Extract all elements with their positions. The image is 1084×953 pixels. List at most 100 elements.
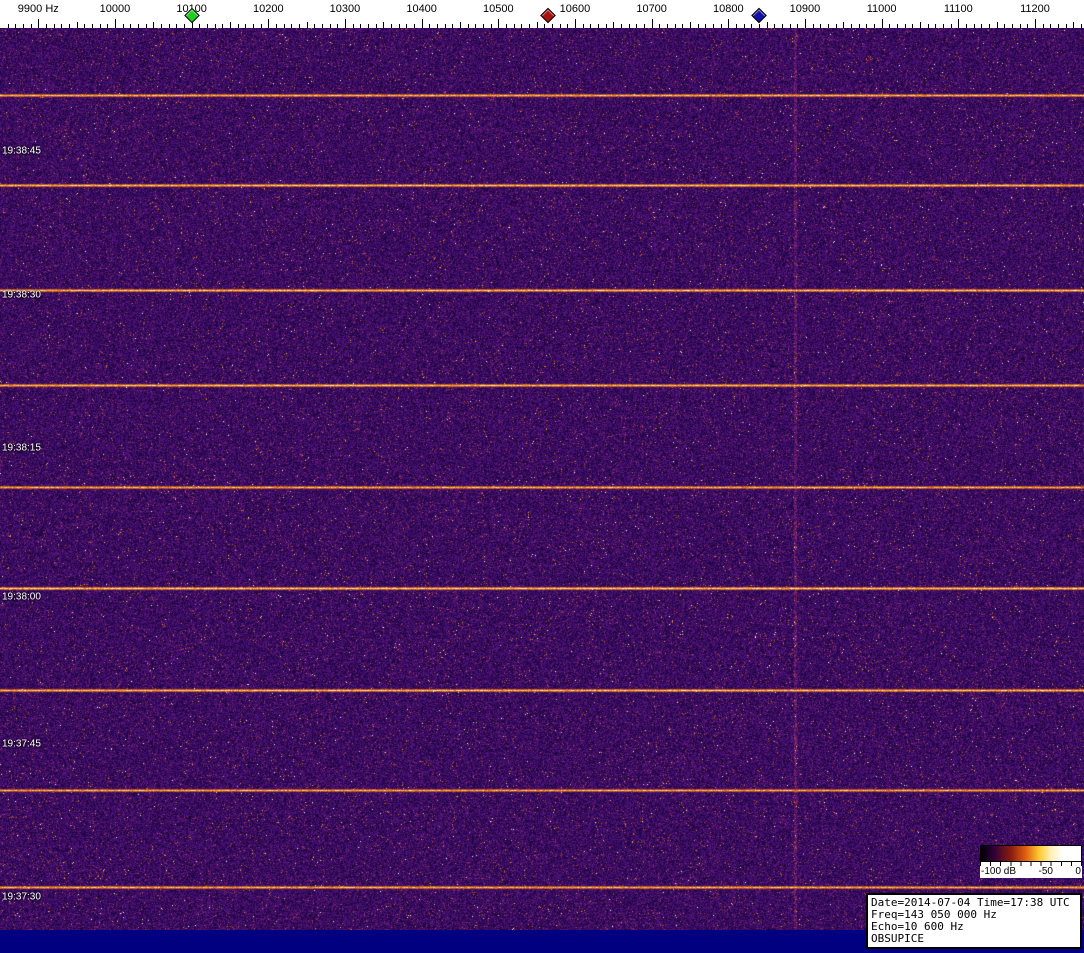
freq-tick xyxy=(237,24,239,28)
freq-tick-label: 10800 xyxy=(713,3,744,15)
freq-tick xyxy=(421,19,423,28)
freq-tick-label: 10600 xyxy=(559,3,591,15)
freq-tick xyxy=(436,24,438,28)
freq-tick xyxy=(843,22,845,28)
freq-tick xyxy=(674,24,676,28)
freq-tick xyxy=(551,24,553,28)
freq-tick xyxy=(367,24,369,28)
freq-tick xyxy=(705,24,707,28)
amplitude-colorbar: -100 dB -50 0 xyxy=(980,845,1082,878)
freq-tick xyxy=(820,24,822,28)
freq-tick xyxy=(314,24,316,28)
freq-tick xyxy=(444,24,446,28)
freq-tick xyxy=(45,24,47,28)
freq-tick xyxy=(482,24,484,28)
freq-tick xyxy=(168,24,170,28)
freq-tick xyxy=(306,22,308,28)
freq-tick xyxy=(689,22,691,28)
freq-tick xyxy=(99,24,101,28)
freq-tick xyxy=(590,24,592,28)
marker-blue-icon[interactable] xyxy=(751,7,767,24)
freq-tick xyxy=(1004,24,1006,28)
freq-tick xyxy=(107,24,109,28)
freq-tick xyxy=(651,19,653,28)
freq-tick xyxy=(429,24,431,28)
freq-tick xyxy=(758,24,760,28)
freq-tick xyxy=(682,24,684,28)
freq-tick-label: 10900 xyxy=(789,3,821,15)
freq-tick xyxy=(176,24,178,28)
freq-tick xyxy=(904,24,906,28)
freq-tick xyxy=(153,22,155,28)
freq-tick xyxy=(896,24,898,28)
freq-tick xyxy=(390,24,392,28)
freq-tick xyxy=(61,24,63,28)
freq-tick xyxy=(145,24,147,28)
freq-tick xyxy=(199,24,201,28)
freq-tick xyxy=(214,24,216,28)
freq-tick xyxy=(30,24,32,28)
freq-tick-label: 11100 xyxy=(943,3,973,15)
waterfall-canvas[interactable] xyxy=(0,28,1084,930)
freq-tick xyxy=(950,24,952,28)
freq-tick xyxy=(973,24,975,28)
time-label: 19:37:45 xyxy=(2,738,41,750)
freq-tick-label: 11000 xyxy=(866,3,897,15)
freq-tick xyxy=(1057,24,1059,28)
freq-tick xyxy=(183,24,185,28)
freq-tick xyxy=(398,24,400,28)
freq-tick xyxy=(735,24,737,28)
freq-tick xyxy=(1019,24,1021,28)
freq-tick xyxy=(881,19,883,28)
freq-tick xyxy=(76,22,78,28)
freq-tick xyxy=(636,24,638,28)
freq-tick xyxy=(827,24,829,28)
marker-red-icon[interactable] xyxy=(540,7,556,24)
freq-tick xyxy=(498,19,500,28)
time-label: 19:38:15 xyxy=(2,442,41,454)
freq-tick xyxy=(252,24,254,28)
freq-tick xyxy=(68,24,70,28)
freq-tick xyxy=(475,24,477,28)
freq-tick xyxy=(536,22,538,28)
time-label: 19:38:30 xyxy=(2,289,41,301)
freq-tick xyxy=(628,24,630,28)
freq-tick xyxy=(858,24,860,28)
freq-tick xyxy=(528,24,530,28)
freq-tick xyxy=(467,24,469,28)
freq-tick xyxy=(298,24,300,28)
freq-tick xyxy=(1073,22,1075,28)
frequency-ruler[interactable]: 9900 Hz100001010010200103001040010500106… xyxy=(0,0,1084,28)
freq-tick-label: 10200 xyxy=(253,3,284,15)
freq-tick xyxy=(988,24,990,28)
freq-tick xyxy=(513,24,515,28)
freq-tick xyxy=(268,19,270,28)
freq-tick xyxy=(260,24,262,28)
freq-tick xyxy=(613,22,615,28)
freq-tick xyxy=(375,24,377,28)
freq-tick xyxy=(22,24,24,28)
freq-tick xyxy=(1011,24,1013,28)
freq-tick xyxy=(574,19,576,28)
freq-tick xyxy=(1034,19,1036,28)
time-label: 19:38:00 xyxy=(2,591,41,603)
colorbar-label-max: 0 xyxy=(1075,866,1081,877)
freq-tick xyxy=(965,24,967,28)
colorbar-label-mid: -50 xyxy=(1038,866,1053,877)
freq-tick xyxy=(567,24,569,28)
freq-tick xyxy=(321,24,323,28)
freq-tick xyxy=(229,22,231,28)
freq-tick xyxy=(597,24,599,28)
freq-tick xyxy=(712,24,714,28)
freq-tick-label: 10500 xyxy=(483,3,514,15)
freq-tick xyxy=(137,24,139,28)
freq-tick xyxy=(873,24,875,28)
freq-tick xyxy=(122,24,124,28)
freq-tick xyxy=(245,24,247,28)
spectrogram-app: 9900 Hz100001010010200103001040010500106… xyxy=(0,0,1084,953)
freq-tick xyxy=(666,24,668,28)
freq-tick xyxy=(275,24,277,28)
freq-tick xyxy=(1050,24,1052,28)
freq-tick xyxy=(942,24,944,28)
freq-tick xyxy=(53,24,55,28)
